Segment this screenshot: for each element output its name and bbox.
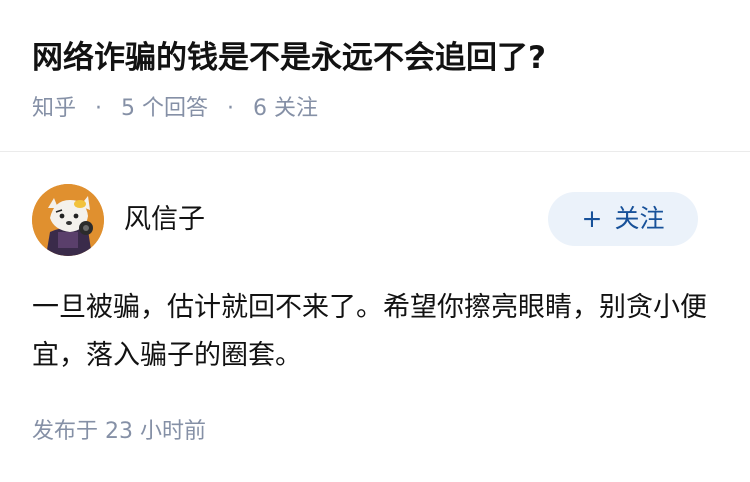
author-name[interactable]: 风信子 — [124, 200, 205, 240]
avatar[interactable] — [32, 184, 104, 256]
plus-icon: + — [581, 204, 603, 233]
question-header: 网络诈骗的钱是不是永远不会追回了? 知乎 · 5 个回答 · 6 关注 — [0, 0, 750, 152]
question-meta: 知乎 · 5 个回答 · 6 关注 — [32, 93, 318, 125]
meta-separator: · — [227, 96, 235, 121]
meta-separator: · — [95, 96, 103, 121]
avatar-cartoon-icon — [32, 184, 104, 256]
follow-button[interactable]: + 关注 — [548, 192, 698, 246]
publish-time: 发布于 23 小时前 — [32, 419, 206, 444]
question-title[interactable]: 网络诈骗的钱是不是永远不会追回了? — [32, 36, 546, 80]
follow-button-label: 关注 — [614, 204, 665, 233]
answer-count[interactable]: 5 个回答 — [121, 96, 208, 121]
follower-count[interactable]: 6 关注 — [253, 96, 318, 121]
answer-content[interactable]: 一旦被骗，估计就回不来了。希望你擦亮眼睛，别贪小便宜，落入骗子的圈套。 — [32, 284, 722, 380]
answer-item: 风信子 + 关注 一旦被骗，估计就回不来了。希望你擦亮眼睛，别贪小便宜，落入骗子的… — [0, 152, 750, 481]
source-label[interactable]: 知乎 — [32, 96, 76, 121]
